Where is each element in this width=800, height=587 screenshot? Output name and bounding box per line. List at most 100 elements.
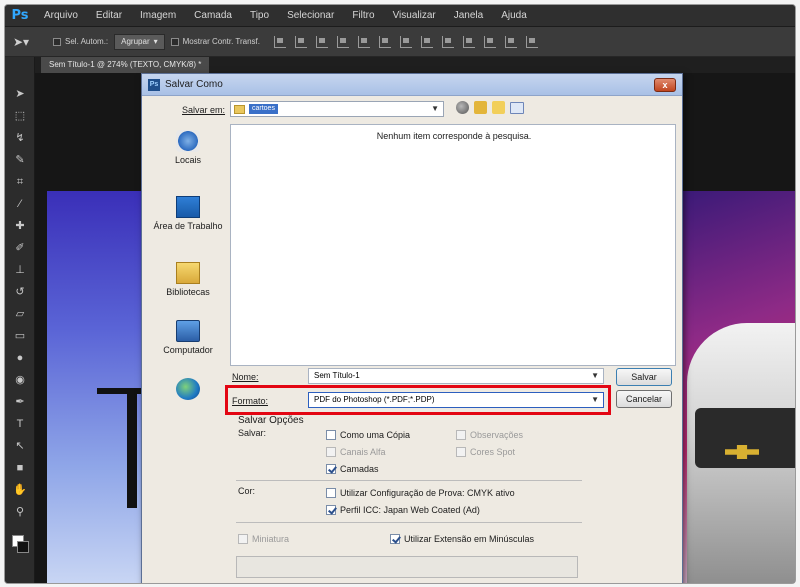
format-dropdown[interactable]: PDF do Photoshop (*.PDF;*.PDP) ▼ [308,392,604,408]
place-computer[interactable]: Computador [148,320,228,356]
layers-checkbox[interactable] [326,464,336,474]
align-vcenter-icon[interactable] [294,35,307,48]
dialog-titlebar[interactable]: Ps Salvar Como x [142,74,682,96]
quick-select-icon[interactable]: ✎ [12,153,28,167]
history-brush-icon[interactable]: ↺ [12,285,28,299]
menu-filtro[interactable]: Filtro [343,10,383,21]
align-hcenter-icon[interactable] [357,35,370,48]
align-right-icon[interactable] [378,35,391,48]
close-button[interactable]: x [654,78,676,92]
menu-ajuda[interactable]: Ajuda [492,10,536,21]
layers-option[interactable]: Camadas [326,464,379,474]
as-copy-option[interactable]: Como uma Cópia [326,430,410,440]
spot-colors-checkbox[interactable] [456,447,466,457]
up-folder-icon[interactable] [474,101,487,114]
menu-janela[interactable]: Janela [445,10,492,21]
icc-profile-checkbox[interactable] [326,505,336,515]
distribute-hcenter-icon[interactable] [483,35,496,48]
save-button[interactable]: Salvar [616,368,672,386]
alpha-channels-checkbox[interactable] [326,447,336,457]
proof-setup-option[interactable]: Utilizar Configuração de Prova: CMYK ati… [326,488,515,498]
blur-icon[interactable]: ● [12,351,28,365]
place-libraries[interactable]: Bibliotecas [148,262,228,298]
cancel-button[interactable]: Cancelar [616,390,672,408]
dodge-icon[interactable]: ◉ [12,373,28,387]
menu-tipo[interactable]: Tipo [241,10,278,21]
icc-profile-label: Perfil ICC: Japan Web Coated (Ad) [340,505,480,515]
pen-icon[interactable]: ✒ [12,395,28,409]
move-icon[interactable]: ➤ [12,87,28,101]
menu-camada[interactable]: Camada [185,10,241,21]
menu-visualizar[interactable]: Visualizar [384,10,445,21]
auto-select-dropdown[interactable]: Agrupar ▾ [114,33,165,50]
zoom-icon[interactable]: ⚲ [12,505,28,519]
lowercase-ext-checkbox[interactable] [390,534,400,544]
distribute-left-icon[interactable] [462,35,475,48]
car-grille [695,408,795,468]
distribute-bottom-icon[interactable] [441,35,454,48]
place-recent[interactable]: Locais [148,130,228,166]
auto-select-option[interactable]: Sel. Autom.: [53,37,108,46]
chevron-down-icon: ▼ [431,104,439,113]
menu-selecionar[interactable]: Selecionar [278,10,343,21]
background-color-swatch[interactable] [17,541,29,553]
distribute-vcenter-icon[interactable] [420,35,433,48]
thumbnail-checkbox[interactable] [238,534,248,544]
proof-setup-checkbox[interactable] [326,488,336,498]
file-list[interactable]: Nenhum item corresponde à pesquisa. [230,124,676,366]
notes-checkbox[interactable] [456,430,466,440]
view-menu-icon[interactable] [510,101,524,114]
hand-icon[interactable]: ✋ [12,483,28,497]
as-copy-checkbox[interactable] [326,430,336,440]
menu-imagem[interactable]: Imagem [131,10,185,21]
show-transform-label: Mostrar Contr. Transf. [182,37,260,46]
shape-icon[interactable]: ■ [12,461,28,475]
place-network[interactable] [148,378,228,403]
desktop-icon [176,196,200,218]
spot-colors-option[interactable]: Cores Spot [456,447,515,457]
file-name-input[interactable]: Sem Título-1 ▼ [308,368,604,384]
align-bottom-icon[interactable] [315,35,328,48]
marquee-icon[interactable]: ⬚ [12,109,28,123]
dialog-title: Salvar Como [165,79,223,90]
auto-align-icon[interactable] [525,35,538,48]
new-folder-icon[interactable] [492,101,505,114]
back-icon[interactable] [456,101,469,114]
auto-select-label: Sel. Autom.: [65,37,109,46]
place-label: Locais [174,155,201,165]
align-top-icon[interactable] [273,35,286,48]
save-in-dropdown[interactable]: cartoes ▼ [230,101,444,117]
notes-option[interactable]: Observações [456,430,523,440]
auto-select-checkbox[interactable] [53,37,61,46]
place-desktop[interactable]: Área de Trabalho [148,196,228,232]
align-left-icon[interactable] [336,35,349,48]
move-tool-icon[interactable]: ➤▾ [13,35,47,49]
eyedropper-icon[interactable]: ⁄ [12,197,28,211]
file-name-value: Sem Título-1 [314,371,360,380]
warning-area [236,556,578,578]
healing-icon[interactable]: ✚ [12,219,28,233]
icc-profile-option[interactable]: Perfil ICC: Japan Web Coated (Ad) [326,505,480,515]
save-in-label: Salvar em: [182,105,226,115]
name-label: Nome: [232,372,259,382]
distribute-top-icon[interactable] [399,35,412,48]
spot-colors-label: Cores Spot [470,447,516,457]
document-tab[interactable]: Sem Título-1 @ 274% (TEXTO, CMYK/8) * [41,57,210,73]
gradient-icon[interactable]: ▭ [12,329,28,343]
type-icon[interactable]: T [12,417,28,431]
distribute-right-icon[interactable] [504,35,517,48]
brush-icon[interactable]: ✐ [12,241,28,255]
stamp-icon[interactable]: ⊥ [12,263,28,277]
path-select-icon[interactable]: ↖ [12,439,28,453]
eraser-icon[interactable]: ▱ [12,307,28,321]
show-transform-option[interactable]: Mostrar Contr. Transf. [170,37,260,46]
alpha-channels-option[interactable]: Canais Alfa [326,447,386,457]
lowercase-ext-option[interactable]: Utilizar Extensão em Minúsculas [390,534,534,544]
thumbnail-option[interactable]: Miniatura [238,534,289,544]
menu-arquivo[interactable]: Arquivo [35,10,87,21]
menu-editar[interactable]: Editar [87,10,131,21]
lasso-icon[interactable]: ↯ [12,131,28,145]
crop-icon[interactable]: ⌗ [12,175,28,189]
navigation-buttons [456,101,524,114]
show-transform-checkbox[interactable] [170,37,179,46]
